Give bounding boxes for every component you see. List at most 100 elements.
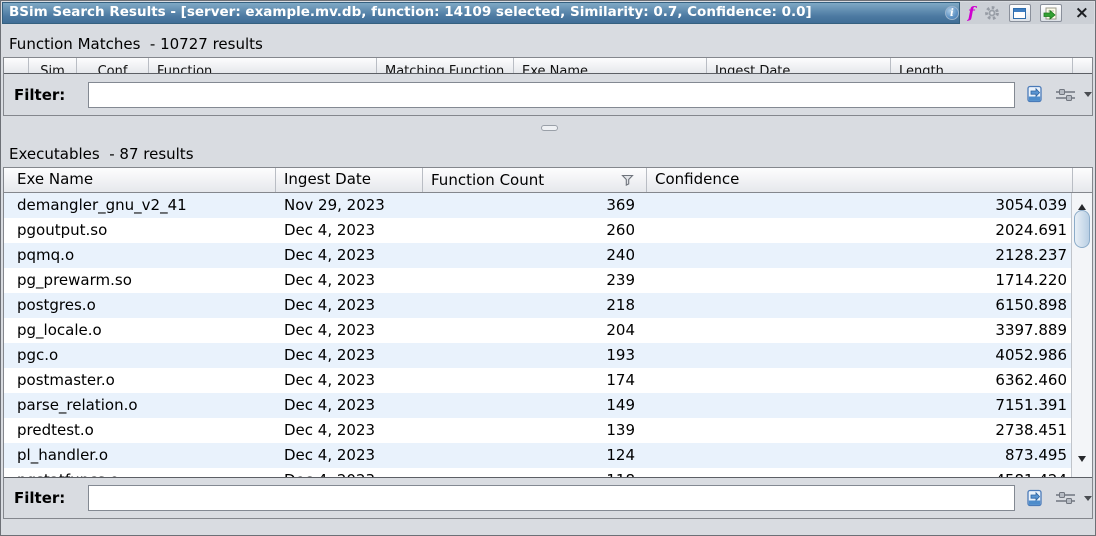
fm-column-header-matching-function[interactable]: Matching Function [377,58,514,73]
scroll-up-icon[interactable] [1078,200,1086,210]
function-matches-filter-bar: Filter: [4,74,1092,115]
cell-date: Dec 4, 2023 [276,318,423,343]
function-icon[interactable]: f [968,5,975,21]
fm-column-header-function[interactable]: Function [149,58,377,73]
column-filter-icon[interactable] [621,174,634,186]
table-row[interactable]: demangler_gnu_v2_41Nov 29, 20233693054.0… [4,193,1092,218]
cell-confidence: 2738.451 [647,418,1073,443]
cell-exe: postmaster.o [4,368,276,393]
column-header-label: Exe Name [17,170,93,188]
fm-column-header-length[interactable]: Length [891,58,1073,73]
export-icon [1043,7,1058,20]
cell-confidence: 6150.898 [647,293,1073,318]
cell-exe: postgres.o [4,293,276,318]
settings-gear-icon[interactable] [984,5,1000,21]
cell-date: Dec 4, 2023 [276,243,423,268]
fm-column-header-status[interactable] [4,58,29,73]
export-button[interactable] [1040,4,1062,22]
function-matches-section-label: Function Matches - 10727 results [9,35,263,53]
fm-column-header-sim[interactable]: Sim [29,58,77,73]
bsim-search-results-window: BSim Search Results - [server: example.m… [0,0,1096,536]
cell-count: 149 [423,393,647,418]
cell-date: Nov 29, 2023 [276,193,423,218]
scrollbar-thumb[interactable] [1074,210,1090,248]
column-header-label: Function Count [431,169,544,192]
scroll-down-icon[interactable] [1078,456,1086,466]
filter-settings-icon [1054,86,1077,104]
executables-panel: Exe Name Ingest Date Function Count Confide… [3,167,1093,519]
cell-count: 239 [423,268,647,293]
cell-exe: demangler_gnu_v2_41 [4,193,276,218]
filter-settings-icon [1054,489,1077,507]
header-corner [1073,168,1092,192]
fm-column-header-exe-name[interactable]: Exe Name [514,58,707,73]
cell-count: 193 [423,343,647,368]
table-row[interactable]: pg_locale.oDec 4, 20232043397.889 [4,318,1092,343]
cell-date: Dec 4, 2023 [276,443,423,468]
cell-date: Dec 4, 2023 [276,268,423,293]
filter-options-button[interactable] [1054,489,1092,507]
splitter-handle[interactable] [541,125,558,131]
fm-column-header-conf[interactable]: Conf [77,58,149,73]
executables-section-label: Executables - 87 results [9,145,194,163]
exe-column-header-function-count[interactable]: Function Count [423,168,647,192]
cell-confidence: 2128.237 [647,243,1073,268]
table-row[interactable]: postmaster.oDec 4, 20231746362.460 [4,368,1092,393]
window-panel-icon [1013,8,1026,19]
cell-confidence: 6362.460 [647,368,1073,393]
cell-count: 218 [423,293,647,318]
cell-date: Dec 4, 2023 [276,418,423,443]
cell-count: 204 [423,318,647,343]
function-matches-filter-input[interactable] [88,82,1015,108]
cell-date: Dec 4, 2023 [276,393,423,418]
close-icon[interactable]: × [1075,4,1089,22]
cell-confidence: 7151.391 [647,393,1073,418]
filter-clear-button[interactable] [1024,489,1045,508]
function-matches-panel: SimConfFunctionMatching FunctionExe Name… [3,57,1093,116]
executables-filter-input[interactable] [88,485,1015,511]
cell-date: Dec 4, 2023 [276,293,423,318]
cell-exe: pgoutput.so [4,218,276,243]
cell-confidence: 3054.039 [647,193,1073,218]
chevron-down-icon [1084,496,1092,505]
cell-date: Dec 4, 2023 [276,368,423,393]
filter-options-button[interactable] [1054,86,1092,104]
table-row[interactable]: predtest.oDec 4, 20231392738.451 [4,418,1092,443]
cell-count: 240 [423,243,647,268]
info-icon[interactable]: i [945,6,959,20]
titlebar-buttons: i f × [945,2,1089,24]
executables-filter-bar: Filter: [4,477,1092,518]
exe-column-header-exe-name[interactable]: Exe Name [4,168,276,192]
table-row[interactable]: pl_handler.oDec 4, 2023124873.495 [4,443,1092,468]
window-panel-button[interactable] [1009,4,1031,22]
window-title: BSim Search Results - [server: example.m… [2,2,960,24]
table-row[interactable]: pg_prewarm.soDec 4, 20232391714.220 [4,268,1092,293]
cell-exe: predtest.o [4,418,276,443]
exe-column-header-ingest-date[interactable]: Ingest Date [276,168,423,192]
table-row[interactable]: pqmq.oDec 4, 20232402128.237 [4,243,1092,268]
cell-confidence: 2024.691 [647,218,1073,243]
table-row[interactable]: pgoutput.soDec 4, 20232602024.691 [4,218,1092,243]
cell-count: 174 [423,368,647,393]
cell-exe: pqmq.o [4,243,276,268]
exe-column-header-confidence[interactable]: Confidence [647,168,1073,192]
cell-exe: pgc.o [4,343,276,368]
executables-header-row: Exe Name Ingest Date Function Count Confide… [4,168,1092,193]
table-row[interactable]: parse_relation.oDec 4, 20231497151.391 [4,393,1092,418]
table-row[interactable]: pgc.oDec 4, 20231934052.986 [4,343,1092,368]
fm-column-header-ingest-date[interactable]: Ingest Date [707,58,891,73]
chevron-down-icon [1084,92,1092,101]
filter-label: Filter: [14,86,65,104]
cell-date: Dec 4, 2023 [276,218,423,243]
table-row[interactable]: postgres.oDec 4, 20232186150.898 [4,293,1092,318]
filter-action-icon [1024,85,1045,104]
title-bar[interactable]: BSim Search Results - [server: example.m… [2,2,1094,24]
cell-date: Dec 4, 2023 [276,343,423,368]
cell-count: 139 [423,418,647,443]
cell-confidence: 873.495 [647,443,1073,468]
cell-count: 124 [423,443,647,468]
executables-table-body: demangler_gnu_v2_41Nov 29, 20233693054.0… [4,193,1092,478]
vertical-scrollbar[interactable] [1071,193,1092,478]
filter-clear-button[interactable] [1024,85,1045,104]
function-matches-header-row: SimConfFunctionMatching FunctionExe Name… [4,58,1092,74]
